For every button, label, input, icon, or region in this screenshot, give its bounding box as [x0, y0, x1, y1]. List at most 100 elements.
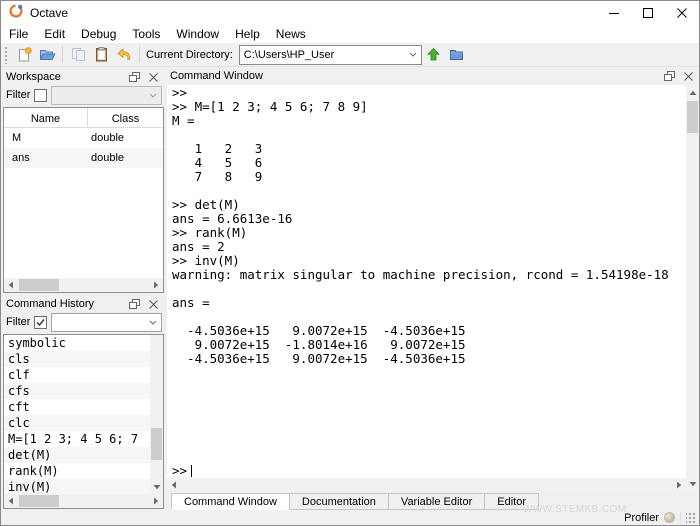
scroll-up-icon[interactable]	[686, 86, 699, 100]
close-icon[interactable]	[146, 70, 160, 84]
left-dock: Workspace Filter	[1, 67, 165, 510]
watermark: WWW.STEMKB.COM	[523, 504, 626, 515]
table-row[interactable]: M double	[4, 128, 163, 148]
tab-documentation[interactable]: Documentation	[289, 493, 389, 510]
command-window-vertical-scrollbar[interactable]	[686, 85, 699, 491]
workspace-filter-checkbox[interactable]	[34, 89, 47, 102]
menu-tools[interactable]: Tools	[124, 27, 168, 41]
column-header-name[interactable]: Name	[4, 108, 88, 127]
undock-icon[interactable]	[127, 70, 141, 84]
history-item[interactable]: cfs	[4, 383, 150, 399]
history-item[interactable]: symbolic	[4, 335, 150, 351]
undock-icon[interactable]	[127, 297, 141, 311]
current-directory-combobox[interactable]: C:\Users\HP_User	[239, 45, 422, 65]
command-history-title: Command History	[6, 298, 122, 310]
current-directory-value: C:\Users\HP_User	[244, 49, 405, 61]
command-history-panel-header: Command History	[3, 295, 164, 313]
tab-command-window[interactable]: Command Window	[171, 493, 290, 510]
history-item[interactable]: clc	[4, 415, 150, 431]
resize-grip-icon[interactable]	[686, 512, 696, 524]
workspace-filter-combobox[interactable]	[51, 86, 162, 105]
variable-class: double	[88, 152, 163, 164]
scroll-down-icon[interactable]	[686, 477, 699, 491]
scroll-left-icon[interactable]	[167, 478, 181, 492]
sort-ascending-icon	[41, 107, 50, 112]
octave-logo-icon	[8, 3, 24, 24]
history-horizontal-scrollbar[interactable]	[4, 494, 163, 508]
profiler-label: Profiler	[624, 512, 659, 524]
undock-icon[interactable]	[662, 69, 676, 83]
command-prompt-line[interactable]: >>	[167, 464, 686, 478]
menu-debug[interactable]: Debug	[73, 27, 124, 41]
column-header-class[interactable]: Class	[88, 108, 163, 127]
menu-news[interactable]: News	[268, 27, 314, 41]
close-icon[interactable]	[681, 69, 695, 83]
copy-button[interactable]	[67, 44, 89, 66]
history-item[interactable]: cft	[4, 399, 150, 415]
prompt-symbol: >>	[172, 463, 187, 478]
history-item[interactable]: clf	[4, 367, 150, 383]
tab-variable-editor[interactable]: Variable Editor	[388, 493, 485, 510]
workspace-panel: Workspace Filter	[3, 68, 164, 293]
scroll-left-icon[interactable]	[4, 494, 18, 508]
history-filter-combobox[interactable]	[51, 313, 162, 332]
command-window-title: Command Window	[170, 70, 657, 82]
menu-edit[interactable]: Edit	[36, 27, 73, 41]
history-items: symbolic cls clf cfs cft clc M=[1 2 3; 4…	[4, 335, 150, 494]
table-row[interactable]: ans double	[4, 148, 163, 168]
history-filter-checkbox[interactable]	[34, 316, 47, 329]
history-item[interactable]: det(M)	[4, 447, 150, 463]
octave-window: Octave File Edit Debug Tools Window Help…	[0, 0, 700, 526]
history-item[interactable]: cls	[4, 351, 150, 367]
chevron-down-icon[interactable]	[405, 52, 421, 57]
command-history-list: symbolic cls clf cfs cft clc M=[1 2 3; 4…	[3, 334, 164, 509]
workspace-panel-header: Workspace	[3, 68, 164, 86]
scrollbar-thumb[interactable]	[151, 428, 162, 460]
close-button[interactable]	[665, 1, 699, 25]
paste-button[interactable]	[90, 44, 112, 66]
toolbar-drag-handle[interactable]	[4, 46, 9, 64]
directory-up-button[interactable]	[423, 44, 445, 66]
open-file-button[interactable]	[36, 44, 58, 66]
checkmark-icon	[36, 318, 45, 327]
new-script-button[interactable]	[13, 44, 35, 66]
workspace-table: Name Class M double ans double	[3, 107, 164, 293]
maximize-button[interactable]	[631, 1, 665, 25]
menu-help[interactable]: Help	[227, 27, 268, 41]
history-vertical-scrollbar[interactable]	[150, 335, 163, 494]
variable-name: M	[4, 132, 88, 144]
workspace-horizontal-scrollbar[interactable]	[4, 278, 163, 292]
current-directory-label: Current Directory:	[146, 49, 233, 61]
history-item[interactable]: inv(M)	[4, 479, 150, 494]
scroll-right-icon[interactable]	[149, 494, 163, 508]
window-controls	[597, 1, 699, 25]
scroll-left-icon[interactable]	[4, 278, 18, 292]
scroll-down-icon[interactable]	[150, 480, 163, 494]
scrollbar-thumb[interactable]	[687, 101, 698, 133]
scrollbar-thumb[interactable]	[19, 279, 59, 291]
close-icon[interactable]	[146, 297, 160, 311]
main-toolbar: Current Directory: C:\Users\HP_User	[1, 43, 699, 67]
scroll-right-icon[interactable]	[149, 278, 163, 292]
browse-directory-button[interactable]	[446, 44, 468, 66]
scroll-right-icon[interactable]	[672, 478, 686, 492]
command-window-dock: Command Window >> >> M=[1 2 3; 4 5 6; 7 …	[167, 67, 699, 510]
history-item[interactable]: M=[1 2 3; 4 5 6; 7	[4, 431, 150, 447]
command-window-horizontal-scrollbar[interactable]	[167, 478, 686, 491]
command-window-body[interactable]: >> >> M=[1 2 3; 4 5 6; 7 8 9] M = 1 2 3 …	[167, 85, 699, 491]
variable-name: ans	[4, 152, 88, 164]
profiler-icon[interactable]	[664, 512, 675, 523]
undo-button[interactable]	[113, 44, 135, 66]
menu-window[interactable]: Window	[168, 27, 227, 41]
history-filter-label: Filter	[6, 316, 30, 328]
window-title: Octave	[30, 6, 68, 20]
minimize-button[interactable]	[597, 1, 631, 25]
workspace-table-header: Name Class	[4, 108, 163, 128]
menu-file[interactable]: File	[1, 27, 36, 41]
scrollbar-thumb[interactable]	[19, 495, 59, 507]
command-output: >> >> M=[1 2 3; 4 5 6; 7 8 9] M = 1 2 3 …	[167, 85, 686, 464]
chevron-down-icon[interactable]	[145, 320, 161, 325]
history-item[interactable]: rank(M)	[4, 463, 150, 479]
toolbar-separator	[62, 46, 63, 63]
history-list-area: symbolic cls clf cfs cft clc M=[1 2 3; 4…	[4, 335, 163, 494]
